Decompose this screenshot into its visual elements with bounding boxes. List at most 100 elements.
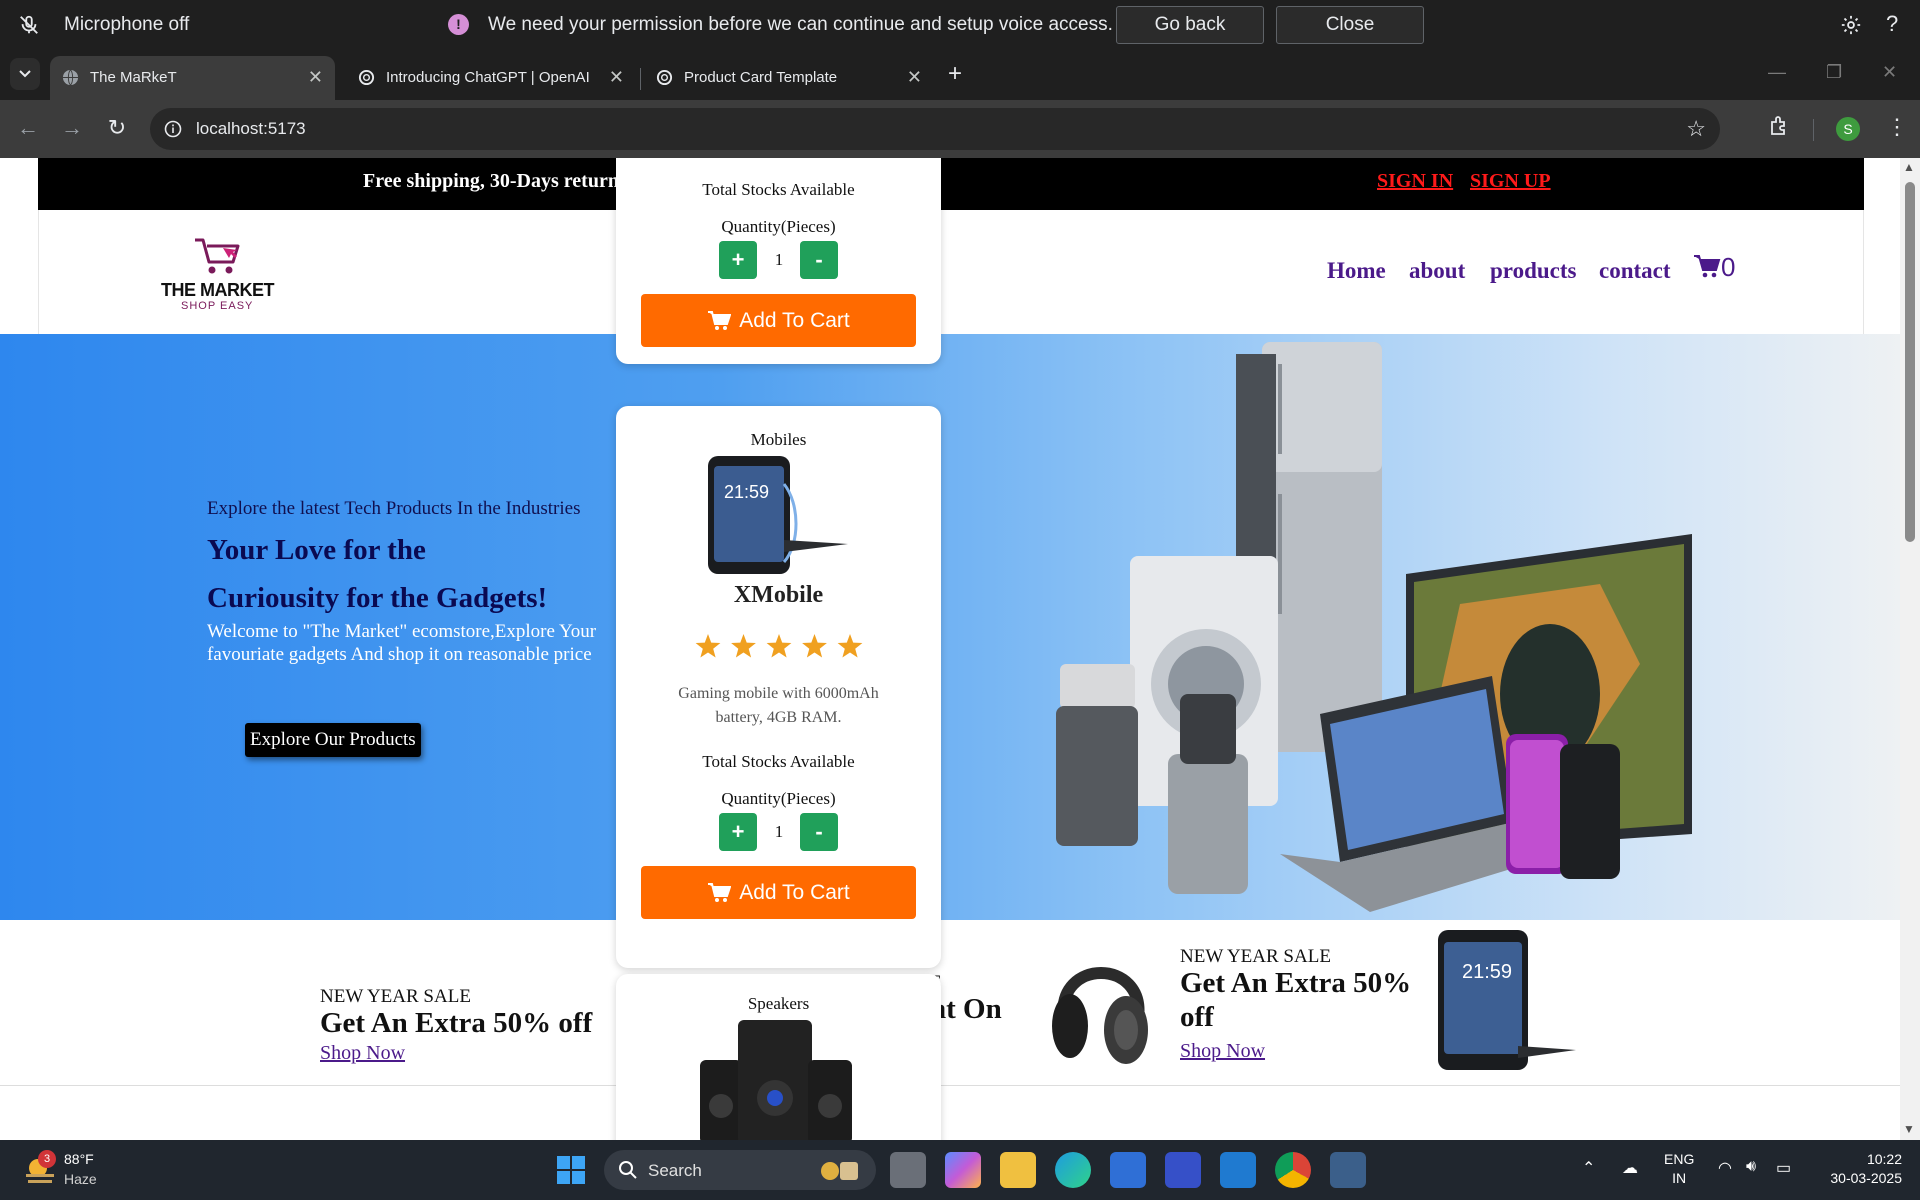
- file-explorer-icon[interactable]: [1000, 1152, 1036, 1188]
- hero-kicker: Explore the latest Tech Products In the …: [207, 498, 581, 519]
- windows-start-icon[interactable]: [556, 1155, 586, 1185]
- scroll-up-icon[interactable]: ▲: [1903, 160, 1915, 174]
- shop-now-link[interactable]: Shop Now: [320, 1042, 405, 1065]
- tab-search-button[interactable]: [10, 58, 40, 90]
- add-to-cart-button[interactable]: Add To Cart: [641, 294, 916, 347]
- store-icon[interactable]: [1110, 1152, 1146, 1188]
- chevron-up-icon[interactable]: ⌃: [1582, 1158, 1595, 1178]
- language-indicator[interactable]: ENG IN: [1664, 1150, 1694, 1188]
- close-tab-icon[interactable]: ✕: [308, 67, 323, 88]
- close-window-icon[interactable]: ✕: [1882, 62, 1897, 83]
- search-placeholder: Search: [648, 1161, 702, 1180]
- new-tab-icon[interactable]: +: [948, 60, 962, 88]
- close-tab-icon[interactable]: ✕: [907, 67, 922, 88]
- cart-count: 0: [1721, 252, 1736, 282]
- nav-home[interactable]: Home: [1327, 258, 1386, 284]
- extensions-icon[interactable]: [1768, 114, 1792, 138]
- product-description: Gaming mobile with 6000mAh battery, 4GB …: [678, 685, 879, 726]
- cart-icon: [1694, 255, 1721, 278]
- shop-now-link[interactable]: Shop Now: [1180, 1040, 1265, 1063]
- quantity-increase-button[interactable]: +: [719, 241, 757, 279]
- quantity-decrease-button[interactable]: -: [800, 241, 838, 279]
- nav-products[interactable]: products: [1490, 258, 1577, 284]
- quantity-increase-button[interactable]: +: [719, 813, 757, 851]
- quantity-stepper: + 1 -: [616, 813, 941, 853]
- system-clock[interactable]: 10:22 30-03-2025: [1812, 1150, 1902, 1188]
- task-view-icon[interactable]: [890, 1152, 926, 1188]
- volume-icon[interactable]: 🔊︎: [1746, 1158, 1756, 1176]
- shopping-cart-logo-icon: [195, 238, 240, 274]
- sign-up-link[interactable]: SIGN UP: [1470, 170, 1551, 193]
- alert-icon: !: [448, 14, 469, 35]
- back-arrow-icon[interactable]: ←: [14, 115, 42, 143]
- add-to-cart-button[interactable]: Add To Cart: [641, 866, 916, 919]
- explore-products-button[interactable]: Explore Our Products: [245, 723, 421, 757]
- menu-dots-icon[interactable]: ⋮: [1886, 114, 1908, 140]
- mobile-product-image: 21:59: [708, 456, 848, 574]
- globe-icon: [62, 69, 79, 86]
- reload-icon[interactable]: ↻: [103, 115, 131, 143]
- vscode-icon[interactable]: [1220, 1152, 1256, 1188]
- battery-icon[interactable]: ▭: [1776, 1158, 1791, 1178]
- sign-in-link[interactable]: SIGN IN: [1377, 170, 1453, 193]
- taskbar-search[interactable]: Search: [604, 1150, 876, 1190]
- restore-icon[interactable]: ❐: [1826, 62, 1842, 83]
- go-back-button[interactable]: Go back: [1116, 6, 1264, 44]
- voice-access-bar: Microphone off ! We need your permission…: [0, 0, 1920, 50]
- wifi-icon[interactable]: ◠: [1718, 1158, 1732, 1178]
- star-icon: [766, 634, 792, 658]
- close-button[interactable]: Close: [1276, 6, 1424, 44]
- site-info-icon[interactable]: [164, 120, 182, 138]
- scroll-down-icon[interactable]: ▼: [1903, 1122, 1915, 1136]
- cart-icon: [708, 882, 732, 902]
- tab-label: Product Card Template: [684, 69, 838, 86]
- product-category: Mobiles: [750, 430, 807, 449]
- nav-about[interactable]: about: [1409, 258, 1465, 284]
- promo-headline: Get An Extra 50% off: [320, 1007, 593, 1039]
- quantity-value: 1: [774, 822, 784, 841]
- voice-access-icon[interactable]: [1330, 1152, 1366, 1188]
- rating-stars: [695, 634, 863, 658]
- nav-contact[interactable]: contact: [1599, 258, 1671, 284]
- tab-the-market[interactable]: The MaRkeT ✕: [50, 56, 335, 100]
- logo-tagline: SHOP EASY: [181, 300, 254, 312]
- openai-icon: [656, 69, 673, 86]
- search-icon: [619, 1161, 637, 1179]
- minimize-icon[interactable]: —: [1768, 62, 1786, 83]
- microphone-off-icon[interactable]: [18, 14, 40, 36]
- scrollbar-thumb[interactable]: [1905, 182, 1915, 542]
- star-icon: [695, 634, 721, 658]
- cart-button[interactable]: 0: [1693, 252, 1735, 283]
- quantity-value: 1: [774, 250, 784, 269]
- product-card: Total Stocks Available Quantity(Pieces) …: [616, 158, 941, 364]
- tab-product-card-template[interactable]: Product Card Template ✕: [644, 56, 934, 100]
- onedrive-icon[interactable]: ☁: [1622, 1158, 1638, 1178]
- close-tab-icon[interactable]: ✕: [609, 67, 624, 88]
- site-logo[interactable]: THE MARKET SHOP EASY: [161, 236, 281, 316]
- profile-avatar[interactable]: S: [1836, 117, 1860, 141]
- hero-headline: Your Love for the Curiousity for the Gad…: [207, 526, 547, 622]
- product-card: Mobiles 21:59 XMobile Gaming mobile with…: [616, 406, 941, 968]
- language-code: ENG: [1664, 1151, 1695, 1167]
- bookmark-star-icon[interactable]: ☆: [1686, 116, 1706, 142]
- region-code: IN: [1672, 1170, 1687, 1186]
- gear-icon[interactable]: [1840, 14, 1862, 36]
- promo-kicker: NEW YEAR SALE: [1180, 946, 1331, 967]
- web-page: Free shipping, 30-Days return o SIGN IN …: [0, 158, 1900, 1140]
- windows-taskbar: 3 88°F Haze Search ⌃ ☁ ENG IN ◠ 🔊︎ ▭ 10:…: [0, 1140, 1920, 1200]
- product-card: Speakers: [616, 974, 941, 1140]
- quantity-decrease-button[interactable]: -: [800, 813, 838, 851]
- chevron-down-icon: [19, 70, 31, 78]
- page-scrollbar[interactable]: ▲ ▼: [1900, 158, 1920, 1140]
- tab-chatgpt[interactable]: Introducing ChatGPT | OpenAI ✕: [346, 56, 636, 100]
- announcement-bar: Free shipping, 30-Days return o SIGN IN …: [38, 158, 1864, 210]
- app-icon[interactable]: [1165, 1152, 1201, 1188]
- address-bar[interactable]: localhost:5173 ☆: [150, 108, 1720, 150]
- shipping-message: Free shipping, 30-Days return o: [363, 170, 634, 192]
- help-icon[interactable]: ?: [1886, 11, 1898, 37]
- copilot-icon[interactable]: [945, 1152, 981, 1188]
- edge-icon[interactable]: [1055, 1152, 1091, 1188]
- chrome-icon[interactable]: [1275, 1152, 1311, 1188]
- forward-arrow-icon[interactable]: →: [58, 115, 86, 143]
- add-to-cart-label: Add To Cart: [739, 308, 850, 332]
